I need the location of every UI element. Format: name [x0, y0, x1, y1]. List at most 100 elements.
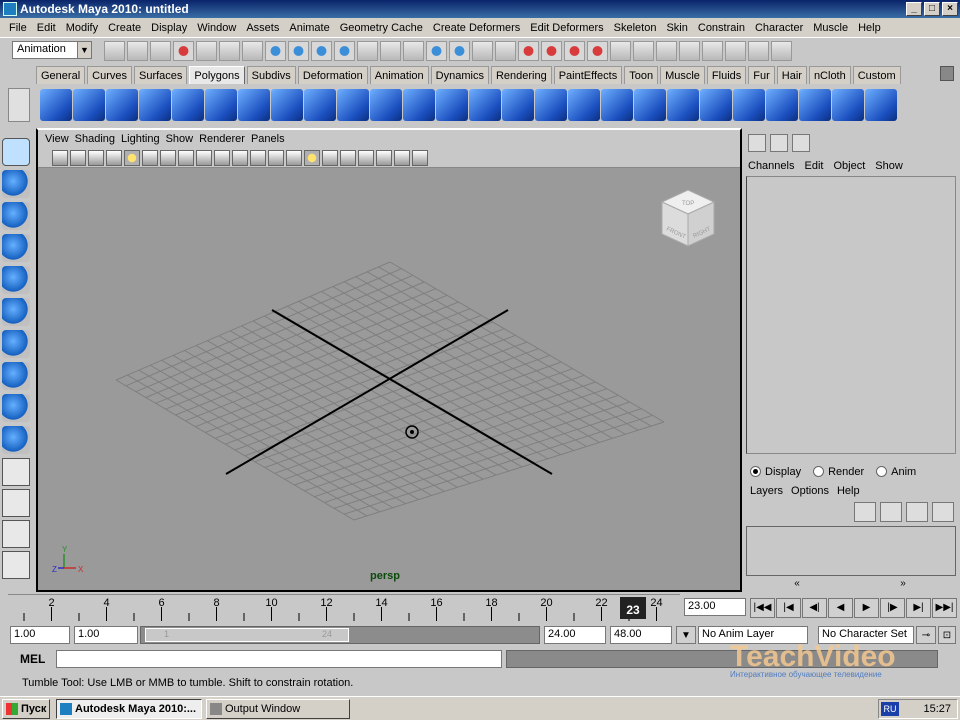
magnet-icon[interactable] [587, 41, 608, 61]
range-slider-thumb[interactable]: 1 24 [145, 628, 349, 642]
isolate-select-icon[interactable] [358, 149, 374, 166]
show-attribute-editor-icon[interactable] [610, 41, 631, 61]
menu-animate[interactable]: Animate [284, 22, 334, 34]
input-ops-icon[interactable] [426, 41, 447, 61]
show-channel-box-icon[interactable] [656, 41, 677, 61]
select-by-component-icon[interactable] [219, 41, 240, 61]
xray-icon[interactable] [376, 149, 392, 166]
component-xray-icon[interactable] [412, 149, 428, 166]
clapper-edit-icon[interactable] [702, 41, 723, 61]
panel-menu-view[interactable]: View [42, 133, 72, 145]
select-by-hierarchy-icon[interactable] [173, 41, 194, 61]
menu-geometry-cache[interactable]: Geometry Cache [335, 22, 428, 34]
menu-window[interactable]: Window [192, 22, 241, 34]
shelf-tab-subdivs[interactable]: Subdivs [246, 66, 296, 84]
render-layer-radio[interactable]: Render [813, 466, 864, 478]
textured-icon[interactable] [286, 149, 302, 166]
shelf-tab-toon[interactable]: Toon [624, 66, 659, 84]
shelf-tab-deformation[interactable]: Deformation [297, 66, 368, 84]
poly-pipe-icon[interactable] [271, 89, 303, 121]
channels-menu[interactable]: Channels [748, 160, 794, 172]
last-tool-icon[interactable] [2, 426, 30, 454]
panel-menu-show[interactable]: Show [163, 133, 197, 145]
bevel-icon[interactable] [700, 89, 732, 121]
go-to-end-icon[interactable]: ▶▶| [932, 598, 957, 618]
move-tool-icon[interactable] [2, 234, 30, 262]
scroll-left-icon[interactable]: « [794, 578, 800, 590]
shelf-tab-fur[interactable]: Fur [748, 66, 775, 84]
time-slider[interactable]: 2 4 6 8 10 12 14 16 18 20 22 24 23 [8, 594, 680, 622]
shelf-menu-button[interactable] [8, 88, 30, 122]
shelf-tab-muscle[interactable]: Muscle [660, 66, 705, 84]
clapper-settings-icon[interactable] [771, 41, 792, 61]
playback-end-field[interactable]: 24.00 [544, 626, 606, 644]
history-icon[interactable] [380, 41, 401, 61]
menu-character[interactable]: Character [750, 22, 808, 34]
poly-cube-icon[interactable] [73, 89, 105, 121]
menu-modify[interactable]: Modify [61, 22, 103, 34]
camera-select-icon[interactable] [52, 149, 68, 166]
use-all-lights-icon[interactable] [304, 149, 320, 166]
boolean-union-icon[interactable] [403, 89, 435, 121]
scroll-right-icon[interactable]: » [900, 578, 906, 590]
anim-prefs-icon[interactable]: ▼ [676, 626, 696, 644]
step-forward-frame-icon[interactable]: ▶| [906, 598, 931, 618]
channel-and-layer-toggle-icon[interactable] [792, 134, 810, 152]
shelf-tab-painteffects[interactable]: PaintEffects [553, 66, 623, 84]
wireframe-on-shaded-icon[interactable] [268, 149, 284, 166]
layer-help-menu[interactable]: Help [837, 485, 860, 497]
playback-start-field[interactable]: 1.00 [74, 626, 138, 644]
layer-list[interactable] [746, 526, 956, 576]
menu-edit[interactable]: Edit [32, 22, 61, 34]
smooth-icon[interactable] [436, 89, 468, 121]
field-chart-icon[interactable] [196, 149, 212, 166]
separate-icon[interactable] [370, 89, 402, 121]
construction-history-icon[interactable] [403, 41, 424, 61]
menu-constrain[interactable]: Constrain [693, 22, 750, 34]
select-tool-icon[interactable] [2, 138, 30, 166]
shelf-tab-surfaces[interactable]: Surfaces [133, 66, 188, 84]
camera-attributes-icon[interactable] [70, 149, 86, 166]
animation-start-field[interactable]: 1.00 [10, 626, 70, 644]
range-slider[interactable]: 1 24 [140, 626, 540, 644]
spherical-mapping-icon[interactable] [832, 89, 864, 121]
rotate-tool-icon[interactable] [2, 266, 30, 294]
menu-set-selector[interactable]: Animation ▼ [12, 41, 92, 59]
hq-render-icon[interactable] [340, 149, 356, 166]
animation-end-field[interactable]: 48.00 [610, 626, 672, 644]
merge-vertices-icon[interactable] [733, 89, 765, 121]
extrude-icon[interactable] [502, 89, 534, 121]
shadows-icon[interactable] [322, 149, 338, 166]
shelf-tab-hair[interactable]: Hair [776, 66, 807, 84]
menu-help[interactable]: Help [853, 22, 886, 34]
combine-icon[interactable] [337, 89, 369, 121]
shelf-tab-custom[interactable]: Custom [852, 66, 901, 84]
channel-show-menu[interactable]: Show [875, 160, 903, 172]
gate-mask-icon[interactable] [178, 149, 194, 166]
wireframe-icon[interactable] [232, 149, 248, 166]
layer-options-icon[interactable] [932, 502, 954, 522]
shelf-tab-general[interactable]: General [36, 66, 86, 84]
panel-menu-lighting[interactable]: Lighting [118, 133, 163, 145]
universal-manipulator-icon[interactable] [2, 330, 30, 358]
save-scene-icon[interactable] [150, 41, 171, 61]
channel-object-menu[interactable]: Object [833, 160, 865, 172]
snap-grid-icon[interactable] [265, 41, 286, 61]
poly-soccer-ball-icon[interactable] [304, 89, 336, 121]
poly-plane-icon[interactable] [172, 89, 204, 121]
channel-edit-menu[interactable]: Edit [804, 160, 823, 172]
snap-curve-icon[interactable] [288, 41, 309, 61]
xray-joints-icon[interactable] [394, 149, 410, 166]
lasso-tool-icon[interactable] [2, 170, 30, 198]
mirror-geometry-icon[interactable] [469, 89, 501, 121]
play-forwards-icon[interactable]: ▶ [854, 598, 879, 618]
shelf-tab-polygons[interactable]: Polygons [189, 66, 245, 84]
step-forward-key-icon[interactable]: |▶ [880, 598, 905, 618]
layers-menu[interactable]: Layers [750, 485, 783, 497]
panel-menu-renderer[interactable]: Renderer [196, 133, 248, 145]
layer-editor-toggle-icon[interactable] [770, 134, 788, 152]
anim-preferences-icon[interactable]: ⊡ [938, 626, 956, 644]
new-layer-icon[interactable] [880, 502, 902, 522]
bridge-icon[interactable] [535, 89, 567, 121]
grid-toggle-icon[interactable] [124, 149, 140, 166]
